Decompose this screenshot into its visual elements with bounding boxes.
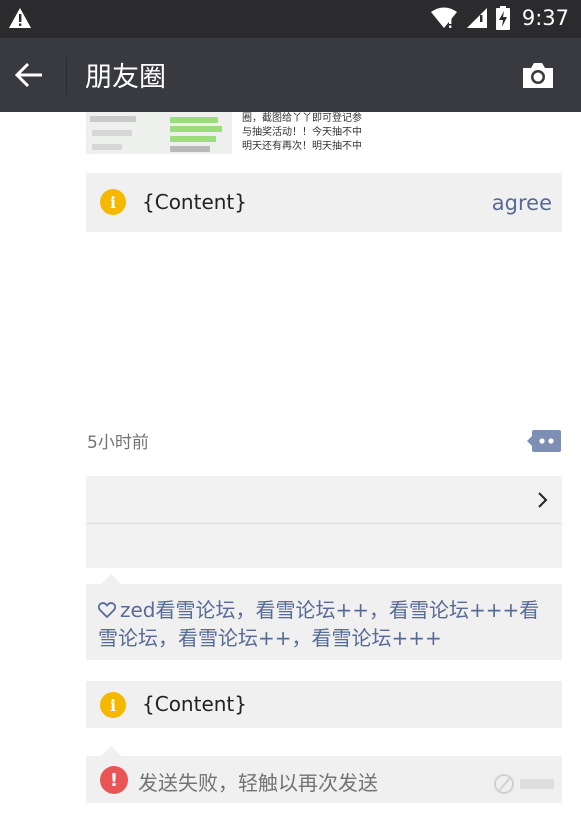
info-card: i {Content} agree [86,173,562,232]
back-button[interactable] [10,56,48,94]
arrow-left-icon [15,62,42,88]
watermark-logo [494,774,554,794]
chevron-right-icon [538,492,548,508]
page-title: 朋友圈 [85,62,166,93]
camera-icon [523,63,553,88]
error-icon: ! [100,766,128,794]
comment-card: i {Content} [86,681,562,728]
info-icon: i [100,189,126,215]
comment-button[interactable] [527,430,561,452]
comment-more-icon [527,430,561,452]
title-bar: 朋友圈 [0,38,581,112]
warning-icon [9,8,31,28]
heart-icon [97,602,117,619]
title-divider [66,58,67,94]
camera-button[interactable] [519,58,557,92]
status-time: 9:37 [521,6,569,30]
signal-icon [466,8,487,28]
send-failed-text: 发送失败，轻触以再次发送 [138,771,378,795]
info-card-content: {Content} [142,190,247,214]
link-card-divider [86,523,562,524]
post-image-text: 圈，截图给丫丫即可登记参与抽奖活动！！今天抽不中明天还有再次！明天抽不中后天还有… [242,113,362,152]
link-card[interactable] [86,476,562,568]
comment-card-content: {Content} [142,692,247,716]
agree-link[interactable]: agree [492,191,552,215]
status-bar: 9:37 [0,0,581,38]
post-image-thumbnail[interactable] [86,112,232,154]
post-timestamp: 5小时前 [87,433,149,453]
wifi-icon [430,7,457,28]
likes-text: zed看雪论坛，看雪论坛++，看雪论坛+++看雪论坛，看雪论坛++，看雪论坛++… [98,598,540,650]
likes-box: zed看雪论坛，看雪论坛++，看雪论坛+++看雪论坛，看雪论坛++，看雪论坛++… [86,584,562,660]
info-icon: i [100,692,126,718]
battery-charging-icon [495,6,510,30]
likes-list[interactable]: zed看雪论坛，看雪论坛++，看雪论坛+++看雪论坛，看雪论坛++，看雪论坛++… [97,596,550,652]
